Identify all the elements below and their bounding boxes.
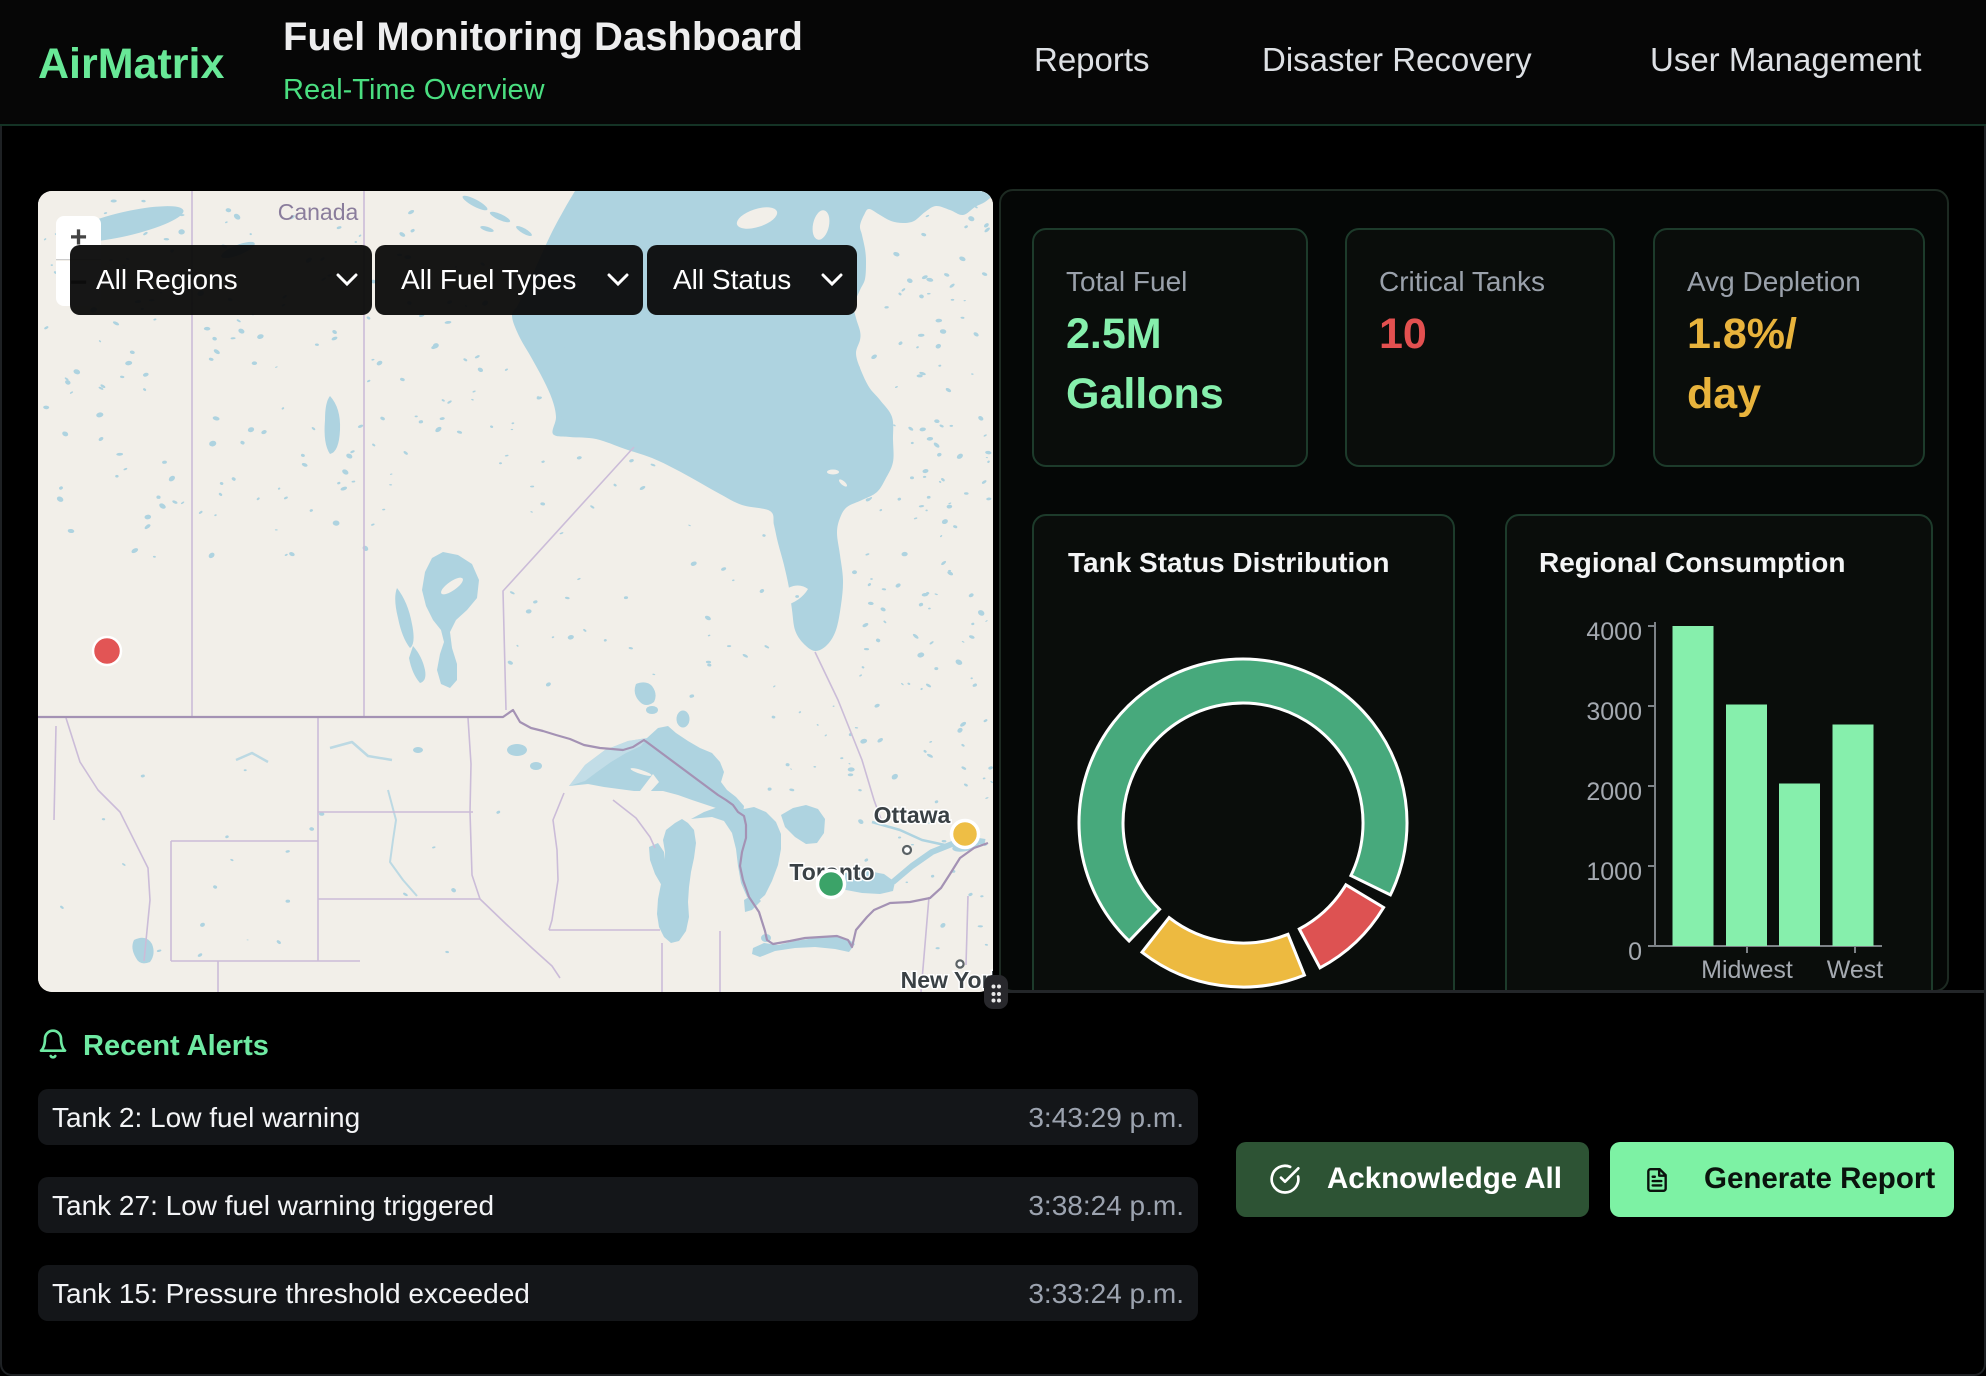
svg-text:Midwest: Midwest <box>1701 956 1793 984</box>
svg-text:3000: 3000 <box>1586 698 1642 726</box>
svg-text:1000: 1000 <box>1586 858 1642 886</box>
svg-text:4000: 4000 <box>1586 618 1642 646</box>
svg-text:0: 0 <box>1628 938 1642 966</box>
svg-text:Canada: Canada <box>278 199 359 225</box>
svg-text:Ottawa: Ottawa <box>874 802 951 828</box>
svg-text:New York: New York <box>901 967 993 992</box>
svg-text:2000: 2000 <box>1586 778 1642 806</box>
svg-text:West: West <box>1827 956 1884 984</box>
